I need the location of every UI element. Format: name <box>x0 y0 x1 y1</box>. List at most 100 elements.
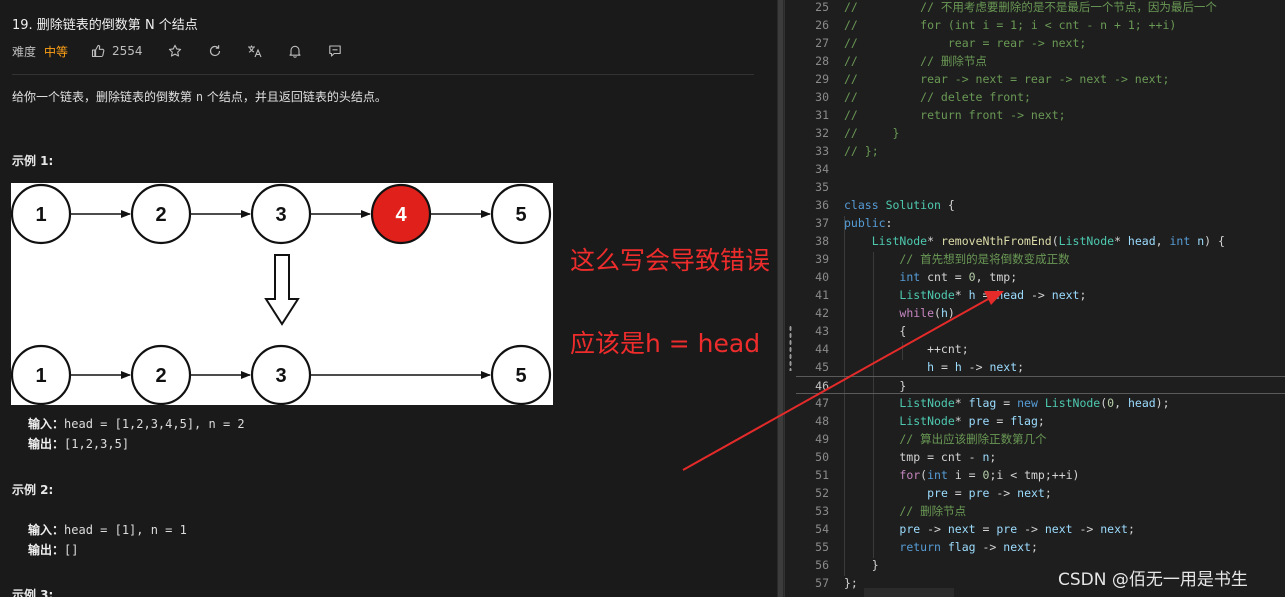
line-number: 25 <box>815 0 829 14</box>
code-text: ListNode* h = head -> next; <box>899 288 1087 302</box>
code-text: // 算出应该删除正数第几个 <box>844 432 1047 446</box>
code-line[interactable]: 39 // 首先想到的是将倒数变成正数 <box>796 250 1285 268</box>
comment-icon <box>327 43 343 59</box>
notification-button[interactable] <box>287 43 303 59</box>
code-editor[interactable]: 25 // // 不用考虑要删除的是不是最后一个节点，因为最后一个 26 // for… <box>796 0 1285 597</box>
list-node: 1 <box>10 344 72 406</box>
problem-meta: 难度 中等 2554 <box>12 42 343 60</box>
list-node: 3 <box>250 183 312 245</box>
code-line[interactable]: 44 ++cnt; <box>796 340 1285 358</box>
line-number: 34 <box>815 162 829 176</box>
line-number: 43 <box>815 324 829 338</box>
annotation-wrong: 这么写会导致错误 <box>570 246 771 275</box>
line-number: 45 <box>815 360 829 374</box>
line-number: 26 <box>815 18 829 32</box>
like-button[interactable]: 2554 <box>90 43 143 59</box>
code-line[interactable]: 53 // 删除节点 <box>796 502 1285 520</box>
code-line[interactable]: 33 // }; <box>796 142 1285 160</box>
line-number: 47 <box>815 396 829 410</box>
example-1-figure: 1 2 3 4 5 1 2 3 5 <box>10 183 553 406</box>
refresh-icon <box>207 43 223 59</box>
code-line[interactable]: 54 pre -> next = pre -> next -> next; <box>796 520 1285 538</box>
code-text: public: <box>844 216 893 230</box>
difficulty-label: 难度 <box>12 44 37 59</box>
editor-bottom-tab[interactable] <box>864 588 954 597</box>
line-number: 51 <box>815 468 829 482</box>
line-number: 40 <box>815 270 829 284</box>
example-1-io: 输入：head = [1,2,3,4,5], n = 2 输出：[1,2,3,5… <box>28 417 245 451</box>
line-number: 56 <box>815 558 829 572</box>
code-line[interactable]: 38 ListNode* removeNthFromEnd(ListNode* … <box>796 232 1285 250</box>
annotation-correct: 应该是h = head <box>570 329 761 358</box>
line-number: 37 <box>815 216 829 230</box>
example-1-heading: 示例 1: <box>12 154 54 168</box>
code-line[interactable]: 47 ListNode* flag = new ListNode(0, head… <box>796 394 1285 412</box>
node-label: 1 <box>35 204 46 226</box>
list-node: 4 <box>370 183 432 245</box>
watermark: CSDN @佰无一用是书生 <box>1058 570 1248 590</box>
line-number: 49 <box>815 432 829 446</box>
code-line[interactable]: 40 int cnt = 0, tmp; <box>796 268 1285 286</box>
code-text: return flag -> next; <box>899 540 1038 554</box>
code-line[interactable]: 26 // for (int i = 1; i < cnt - n + 1; ++… <box>796 16 1285 34</box>
line-number: 38 <box>815 234 829 248</box>
code-line[interactable]: 41 ListNode* h = head -> next; <box>796 286 1285 304</box>
code-line[interactable]: 52 pre = pre -> next; <box>796 484 1285 502</box>
code-line[interactable]: 46 } <box>796 376 1285 394</box>
code-line[interactable]: 36 class Solution { <box>796 196 1285 214</box>
var-n: n <box>195 90 204 104</box>
code-line[interactable]: 35 <box>796 178 1285 196</box>
code-text: for(int i = 0;i < tmp;++i) <box>899 468 1080 482</box>
left-scrollbar[interactable] <box>777 0 784 597</box>
header-divider <box>12 74 754 75</box>
node-label: 5 <box>515 204 526 226</box>
example-2-io: 输入：head = [1], n = 1 输出：[] <box>28 523 187 557</box>
code-line[interactable]: 30 // // delete front; <box>796 88 1285 106</box>
code-line[interactable]: 49 // 算出应该删除正数第几个 <box>796 430 1285 448</box>
code-text: // rear -> next = rear -> next -> next; <box>844 72 1170 86</box>
code-text: { <box>844 324 907 338</box>
favorite-button[interactable] <box>167 43 183 59</box>
translate-button[interactable] <box>247 43 263 59</box>
code-text: } <box>844 558 879 572</box>
code-text: }; <box>844 576 858 590</box>
example-1-input: head = [1,2,3,4,5], n = 2 <box>64 417 245 431</box>
feedback-button[interactable] <box>327 43 343 59</box>
node-label: 1 <box>35 365 46 387</box>
code-line[interactable]: 51 for(int i = 0;i < tmp;++i) <box>796 466 1285 484</box>
code-line[interactable]: 45 h = h -> next; <box>796 358 1285 376</box>
panel-divider[interactable] <box>784 0 796 597</box>
code-line[interactable]: 32 // } <box>796 124 1285 142</box>
code-line[interactable]: 48 ListNode* pre = flag; <box>796 412 1285 430</box>
code-text: // // delete front; <box>844 90 1031 104</box>
code-line[interactable]: 27 // rear = rear -> next; <box>796 34 1285 52</box>
line-number: 41 <box>815 288 829 302</box>
code-text: pre -> next = pre -> next -> next; <box>899 522 1135 536</box>
line-number: 44 <box>815 342 829 356</box>
code-line[interactable]: 42 while(h) <box>796 304 1285 322</box>
bell-icon <box>287 43 303 59</box>
star-icon <box>167 43 183 59</box>
line-number: 29 <box>815 72 829 86</box>
code-line[interactable]: 43 { <box>796 322 1285 340</box>
node-label: 2 <box>155 365 166 387</box>
code-text: // return front -> next; <box>844 108 1066 122</box>
code-text: ListNode* removeNthFromEnd(ListNode* hea… <box>871 234 1225 248</box>
code-line[interactable]: 25 // // 不用考虑要删除的是不是最后一个节点，因为最后一个 <box>796 0 1285 16</box>
code-text: // // 不用考虑要删除的是不是最后一个节点，因为最后一个 <box>844 0 1217 14</box>
code-line[interactable]: 29 // rear -> next = rear -> next -> next… <box>796 70 1285 88</box>
list-node: 5 <box>490 344 552 406</box>
line-number: 30 <box>815 90 829 104</box>
line-number: 39 <box>815 252 829 266</box>
code-line[interactable]: 28 // // 删除节点 <box>796 52 1285 70</box>
drag-handle-icon[interactable] <box>789 325 792 371</box>
code-line[interactable]: 50 tmp = cnt - n; <box>796 448 1285 466</box>
code-line[interactable]: 31 // return front -> next; <box>796 106 1285 124</box>
problem-panel: 19. 删除链表的倒数第 N 个结点 难度 中等 2554 给你一个链表，删除链… <box>0 0 777 597</box>
code-line[interactable]: 34 <box>796 160 1285 178</box>
reset-button[interactable] <box>207 43 223 59</box>
code-text: // } <box>844 126 900 140</box>
problem-title: 19. 删除链表的倒数第 N 个结点 <box>12 18 198 33</box>
code-line[interactable]: 37 public: <box>796 214 1285 232</box>
code-line[interactable]: 55 return flag -> next; <box>796 538 1285 556</box>
